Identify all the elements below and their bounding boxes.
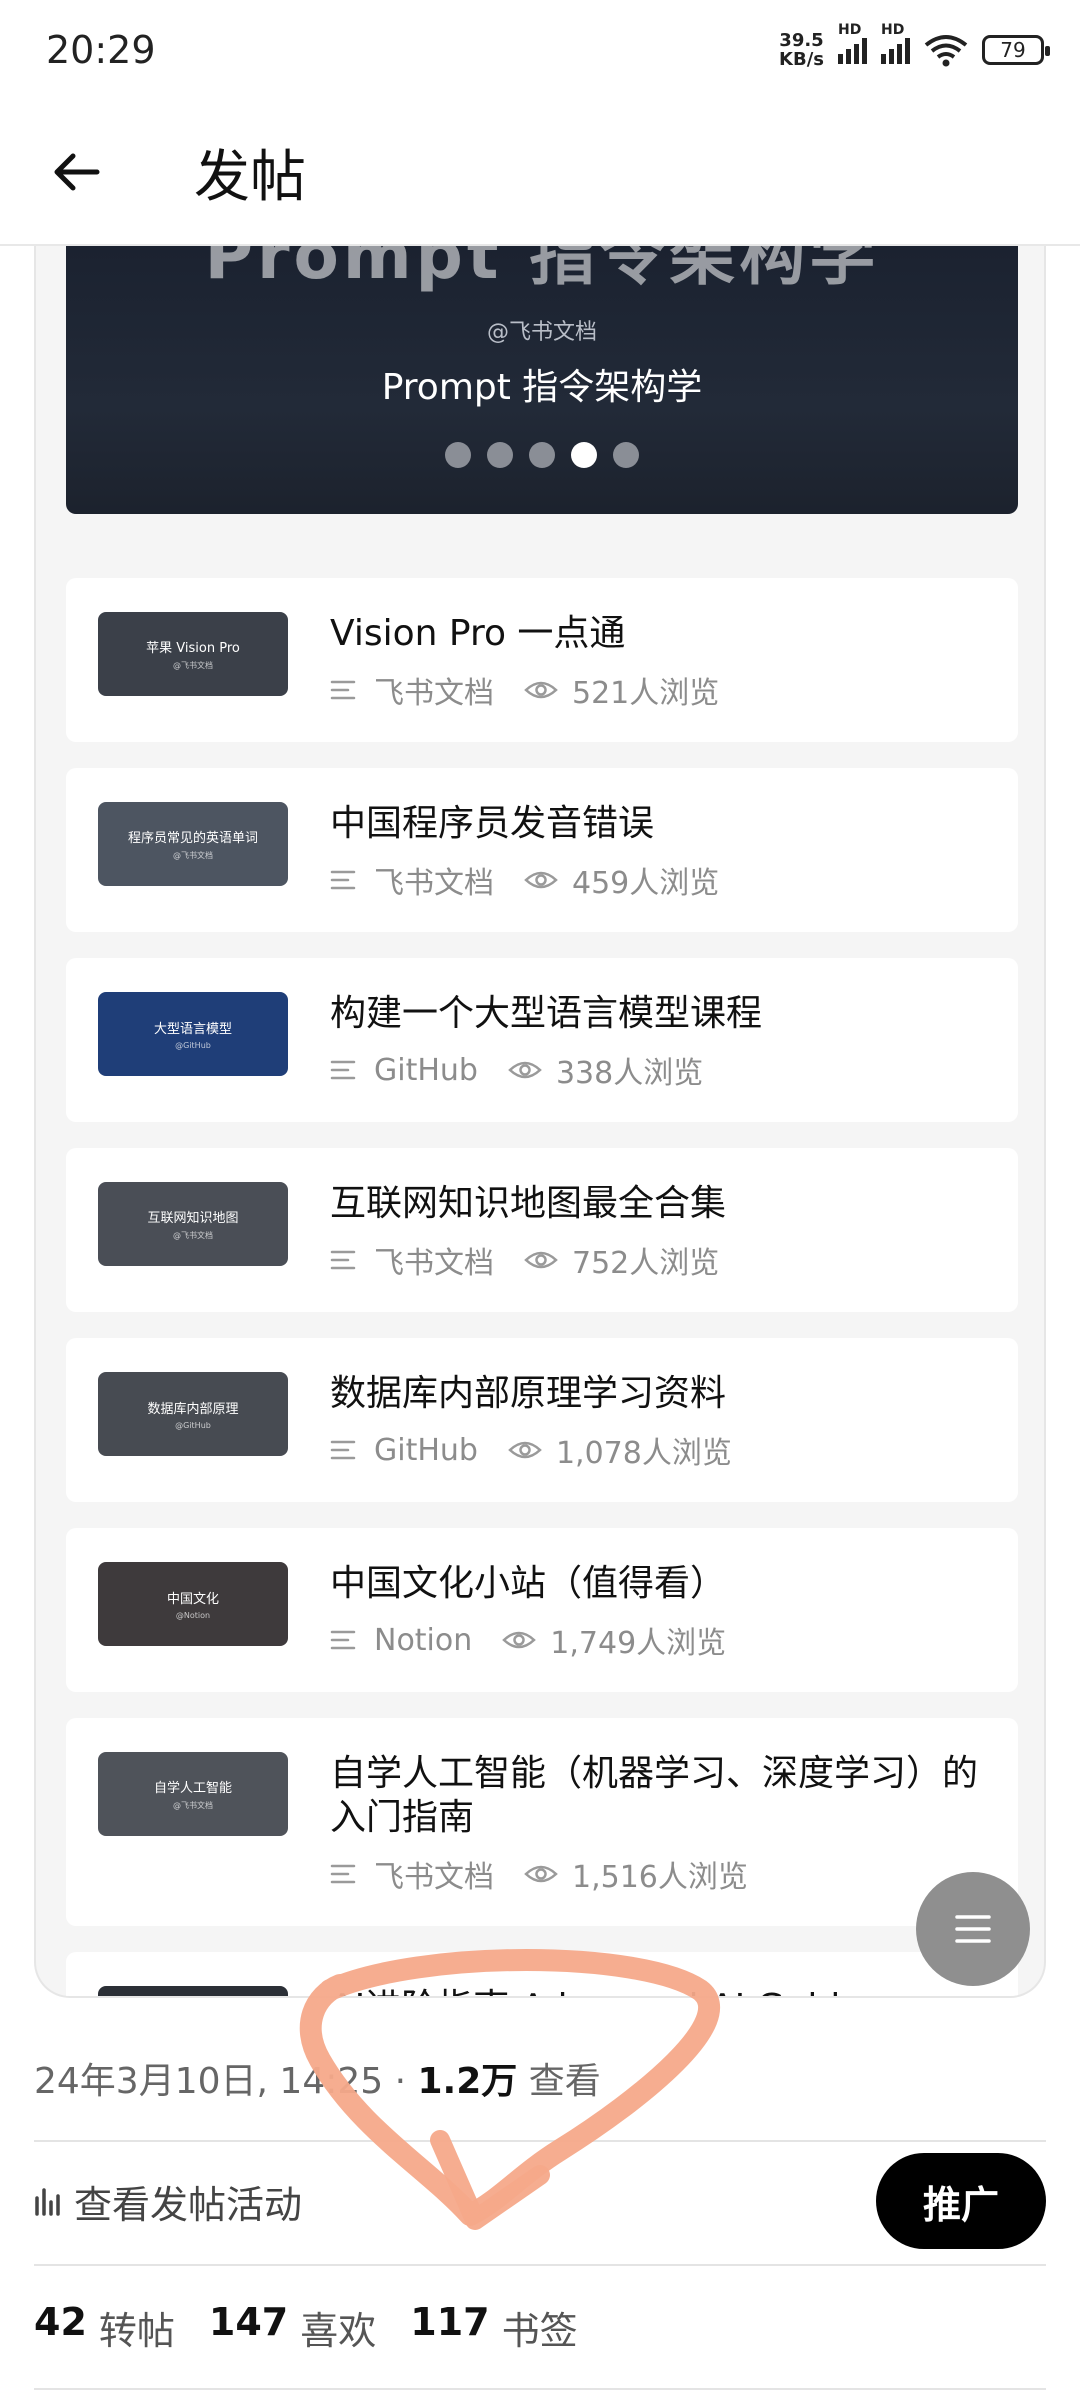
eye-icon [524, 871, 558, 889]
doc-list-item[interactable]: 程序员常见的英语单词 @飞书文档 中国程序员发音错误 飞书文档 459人浏览 [66, 768, 1018, 932]
doc-title: Vision Pro 一点通 [330, 613, 626, 654]
doc-views: 1,078人浏览 [555, 1436, 732, 1471]
document-lines-icon [330, 1060, 356, 1080]
doc-title: AI进阶指南 Advanced AI Guide [330, 1986, 988, 1996]
eye-icon [502, 1631, 537, 1649]
doc-thumbnail: 数据库内部原理 @GitHub [98, 1372, 288, 1456]
doc-source: GitHub [374, 1432, 478, 1468]
doc-thumbnail: 苹果 Vision Pro @飞书文档 [98, 612, 288, 696]
post-date: 24年3月10日, 14:25 [34, 2061, 384, 2102]
doc-meta: 飞书文档 521人浏览 [330, 668, 719, 712]
document-lines-icon [330, 680, 356, 700]
doc-title: 数据库内部原理学习资料 [330, 1373, 727, 1414]
carousel-dot[interactable] [613, 442, 639, 468]
bookmarks-stat[interactable]: 117 书签 [410, 2300, 577, 2355]
battery-icon: 79 [982, 35, 1050, 65]
doc-list-item[interactable]: 中国文化 @Notion 中国文化小站（值得看） Notion 1,749人浏览 [66, 1528, 1018, 1692]
doc-thumbnail: 自学人工智能 @飞书文档 [98, 1752, 288, 1836]
carousel-dots [66, 442, 1018, 468]
doc-meta: GitHub 1,078人浏览 [330, 1428, 732, 1472]
carousel-dot[interactable] [529, 442, 555, 468]
doc-views: 1,516人浏览 [572, 1860, 748, 1895]
back-button[interactable] [36, 132, 116, 212]
doc-list-item[interactable]: 互联网知识地图 @飞书文档 互联网知识地图最全合集 飞书文档 752人浏览 [66, 1148, 1018, 1312]
doc-title: 构建一个大型语言模型课程 [330, 993, 763, 1034]
eye-icon [524, 1251, 558, 1269]
doc-views: 521人浏览 [572, 676, 720, 711]
doc-title: 中国程序员发音错误 [330, 803, 655, 844]
document-lines-icon [330, 1864, 356, 1884]
carousel-dot[interactable] [487, 442, 513, 468]
doc-thumbnail: 程序员常见的英语单词 @飞书文档 [98, 802, 288, 886]
reposts-stat[interactable]: 42 转帖 [34, 2300, 175, 2355]
banner-carousel[interactable]: Prompt 指令架构学 @飞书文档 Prompt 指令架构学 [66, 246, 1018, 514]
promote-button[interactable]: 推广 [876, 2153, 1046, 2249]
view-activity-link[interactable]: 查看发帖活动 [34, 2174, 302, 2229]
menu-fab-button[interactable] [916, 1872, 1030, 1986]
divider [34, 2388, 1046, 2390]
doc-title: 中国文化小站（值得看） [330, 1563, 727, 1604]
signal-icon-2: HD [881, 22, 910, 64]
status-time: 20:29 [46, 28, 156, 72]
carousel-dot[interactable] [571, 442, 597, 468]
doc-list-item[interactable]: AI进阶指南 Advanced AI Guide [66, 1952, 1018, 1996]
app-header: 发帖 [0, 100, 1080, 246]
network-speed: 39.5 KB/s [779, 30, 824, 70]
view-count: 1.2万 [417, 2061, 518, 2102]
doc-list-item[interactable]: 数据库内部原理 @GitHub 数据库内部原理学习资料 GitHub 1,078… [66, 1338, 1018, 1502]
doc-thumbnail [98, 1986, 288, 1996]
arrow-left-icon [54, 153, 100, 191]
doc-meta: 飞书文档 459人浏览 [330, 858, 719, 902]
wifi-icon [924, 35, 968, 67]
post-timestamp-views: 24年3月10日, 14:25 · 1.2万 查看 [34, 2052, 601, 2104]
doc-thumbnail: 互联网知识地图 @飞书文档 [98, 1182, 288, 1266]
doc-title: 互联网知识地图最全合集 [330, 1183, 727, 1224]
document-lines-icon [330, 1250, 356, 1270]
doc-list-item[interactable]: 苹果 Vision Pro @飞书文档 Vision Pro 一点通 飞书文档 … [66, 578, 1018, 742]
eye-icon [524, 1865, 558, 1883]
doc-source: Notion [374, 1622, 473, 1658]
eye-icon [524, 681, 558, 699]
doc-list-item[interactable]: 大型语言模型 @GitHub 构建一个大型语言模型课程 GitHub 338人浏… [66, 958, 1018, 1122]
banner-cut-title: Prompt 指令架构学 [204, 246, 880, 294]
eye-icon [508, 1441, 542, 1459]
doc-source: GitHub [374, 1052, 478, 1088]
doc-views: 459人浏览 [572, 866, 720, 901]
doc-title: 自学人工智能（机器学习、深度学习）的入门指南 [330, 1753, 979, 1838]
page-title: 发帖 [194, 144, 306, 210]
doc-meta: Notion 1,749人浏览 [330, 1618, 726, 1662]
doc-meta: 飞书文档 752人浏览 [330, 1238, 719, 1282]
menu-icon [955, 1915, 991, 1943]
doc-meta: GitHub 338人浏览 [330, 1048, 703, 1092]
banner-source: @飞书文档 [486, 320, 597, 345]
doc-views: 752人浏览 [572, 1246, 720, 1281]
document-lines-icon [330, 1440, 356, 1460]
doc-views: 338人浏览 [555, 1056, 704, 1091]
doc-source: 飞书文档 [374, 866, 494, 901]
status-bar: 20:29 39.5 KB/s HD HD 79 [0, 0, 1080, 100]
embedded-card[interactable]: Prompt 指令架构学 @飞书文档 Prompt 指令架构学 苹果 Visio… [34, 246, 1046, 1998]
doc-source: 飞书文档 [374, 1246, 494, 1281]
doc-source: 飞书文档 [374, 676, 494, 711]
doc-meta: 飞书文档 1,516人浏览 [330, 1852, 748, 1896]
carousel-dot[interactable] [445, 442, 471, 468]
view-label: 查看 [517, 2061, 601, 2102]
status-icons: 39.5 KB/s HD HD 79 [779, 22, 1050, 70]
eye-icon [508, 1061, 542, 1079]
doc-list-item[interactable]: 自学人工智能 @飞书文档 自学人工智能（机器学习、深度学习）的入门指南 飞书文档… [66, 1718, 1018, 1926]
signal-icon: HD [838, 22, 867, 64]
document-lines-icon [330, 870, 356, 890]
doc-thumbnail: 中国文化 @Notion [98, 1562, 288, 1646]
doc-source: 飞书文档 [374, 1860, 494, 1895]
doc-thumbnail: 大型语言模型 @GitHub [98, 992, 288, 1076]
activity-row: 查看发帖活动 推广 [34, 2140, 1046, 2262]
doc-views: 1,749人浏览 [550, 1626, 727, 1661]
likes-stat[interactable]: 147 喜欢 [209, 2300, 376, 2355]
separator: · [383, 2061, 418, 2102]
engagement-stats: 42 转帖 147 喜欢 117 书签 [34, 2266, 612, 2388]
bar-chart-icon [35, 2188, 60, 2216]
banner-title: Prompt 指令架构学 [381, 367, 703, 408]
document-lines-icon [330, 1630, 356, 1650]
doc-list: 苹果 Vision Pro @飞书文档 Vision Pro 一点通 飞书文档 … [66, 578, 1018, 1996]
